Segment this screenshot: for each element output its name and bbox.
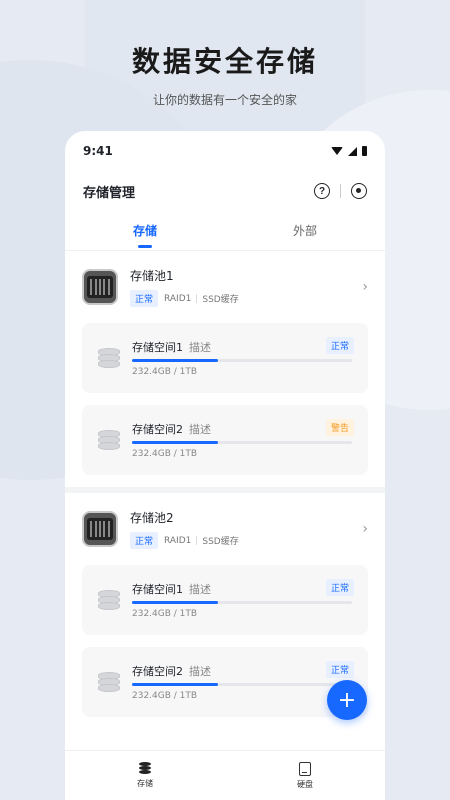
database-icon (139, 762, 151, 774)
space-status-badge: 正常 (325, 337, 354, 354)
signal-icon (348, 146, 357, 156)
status-bar: 9:41 (65, 131, 385, 171)
storage-space-card[interactable]: 存储空间1 描述 232.4GB / 1TB 正常 (82, 565, 368, 635)
hard-drive-icon (299, 761, 311, 776)
usage-bar (132, 441, 352, 444)
nav-item-storage[interactable]: 存储 (65, 751, 225, 800)
space-desc: 描述 (189, 423, 211, 436)
usage-bar (132, 359, 352, 362)
usage-bar-fill (132, 683, 218, 686)
storage-space-card[interactable]: 存储空间2 描述 232.4GB / 1TB 正常 (82, 647, 368, 717)
space-size: 232.4GB / 1TB (132, 367, 198, 377)
pool-header[interactable]: 存储池2 正常 RAID1 SSD缓存 › (82, 493, 368, 565)
space-size: 232.4GB / 1TB (132, 609, 198, 619)
space-status-badge: 警告 (325, 419, 354, 436)
space-size: 232.4GB / 1TB (132, 449, 198, 459)
chevron-right-icon[interactable]: › (362, 279, 368, 295)
header-actions: ? (314, 183, 367, 199)
tab-storage[interactable]: 存储 (65, 211, 225, 250)
disk-stack-icon (96, 588, 122, 612)
nas-device-icon (82, 269, 118, 305)
bottom-nav: 存储 硬盘 (65, 750, 385, 800)
chevron-right-icon[interactable]: › (362, 521, 368, 537)
nas-device-icon (82, 511, 118, 547)
target-icon[interactable] (351, 183, 367, 199)
hero-title: 数据安全存储 (131, 45, 318, 78)
hero-subtitle: 让你的数据有一个安全的家 (152, 93, 297, 107)
space-name: 存储空间1 (132, 341, 183, 354)
wifi-icon (331, 147, 343, 155)
battery-icon (362, 146, 367, 156)
usage-bar-fill (132, 601, 218, 604)
space-status-badge: 正常 (325, 579, 354, 596)
space-name: 存储空间2 (132, 665, 183, 678)
pool-tags: 正常 RAID1 SSD缓存 (130, 532, 362, 549)
status-time: 9:41 (83, 144, 113, 158)
space-desc: 描述 (189, 665, 211, 678)
pool-cache-label: SSD缓存 (202, 295, 239, 305)
disk-stack-icon (96, 670, 122, 694)
pool-raid-label: RAID1 (164, 535, 192, 546)
disk-stack-icon (96, 346, 122, 370)
storage-space-card[interactable]: 存储空间2 描述 232.4GB / 1TB 警告 (82, 405, 368, 475)
space-desc: 描述 (189, 341, 211, 354)
storage-pool: 存储池1 正常 RAID1 SSD缓存 › 存储空间1 描述 232.4GB / … (65, 251, 385, 493)
space-name: 存储空间1 (132, 583, 183, 596)
tab-external[interactable]: 外部 (225, 211, 385, 250)
phone-screen: 9:41 存储管理 ? 存储 外部 存储池1 正常 RAID1 SSD缓存 › … (65, 131, 385, 800)
storage-space-card[interactable]: 存储空间1 描述 232.4GB / 1TB 正常 (82, 323, 368, 393)
pool-raid-label: RAID1 (164, 293, 192, 304)
space-desc: 描述 (189, 583, 211, 596)
space-name: 存储空间2 (132, 423, 183, 436)
space-status-badge: 正常 (325, 661, 354, 678)
usage-bar-fill (132, 441, 218, 444)
pool-header[interactable]: 存储池1 正常 RAID1 SSD缓存 › (82, 251, 368, 323)
pool-name: 存储池1 (130, 269, 174, 283)
status-icons (331, 146, 367, 156)
pool-name: 存储池2 (130, 511, 174, 525)
space-size: 232.4GB / 1TB (132, 691, 198, 701)
help-icon[interactable]: ? (314, 183, 330, 199)
usage-bar (132, 683, 352, 686)
usage-bar-fill (132, 359, 218, 362)
add-button[interactable]: + (327, 680, 367, 720)
pool-cache-label: SSD缓存 (202, 537, 239, 547)
nav-item-disk[interactable]: 硬盘 (225, 751, 385, 800)
pool-status-badge: 正常 (130, 290, 159, 307)
header-divider (340, 184, 341, 198)
nav-label: 存储 (137, 779, 153, 788)
disk-stack-icon (96, 428, 122, 452)
app-header: 存储管理 ? (65, 171, 385, 211)
usage-bar (132, 601, 352, 604)
pool-tags: 正常 RAID1 SSD缓存 (130, 290, 362, 307)
tab-bar: 存储 外部 (65, 211, 385, 251)
nav-label: 硬盘 (297, 779, 313, 789)
page-title: 存储管理 (83, 185, 136, 201)
pool-status-badge: 正常 (130, 532, 159, 549)
